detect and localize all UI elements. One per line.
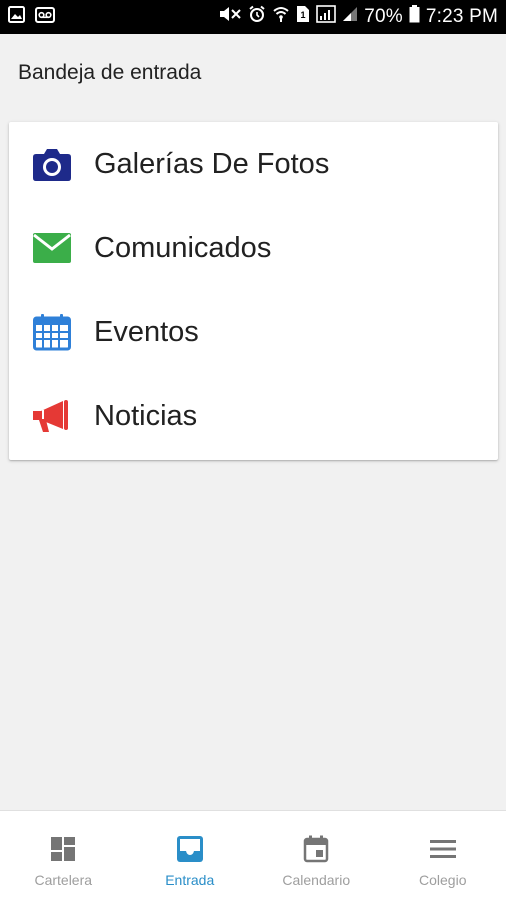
nav-calendario[interactable]: Calendario [253, 811, 380, 901]
calendar-icon [31, 311, 73, 353]
calendar-day-icon [302, 835, 330, 863]
sim-icon: 1 [296, 5, 310, 29]
menu-item-label: Comunicados [94, 232, 271, 265]
dashboard-icon [49, 835, 77, 863]
signal-box-icon [316, 5, 336, 29]
signal-strength-icon [342, 6, 358, 28]
nav-label: Calendario [282, 872, 350, 888]
menu-lines-icon [429, 835, 457, 863]
bottom-navigation: Cartelera Entrada Calendario Colegio [0, 810, 506, 901]
clock: 7:23 PM [426, 6, 498, 28]
menu-item-label: Eventos [94, 316, 199, 349]
inbox-icon [176, 835, 204, 863]
nav-colegio[interactable]: Colegio [380, 811, 506, 901]
menu-item-comunicados[interactable]: Comunicados [9, 206, 498, 290]
wifi-icon [272, 5, 290, 29]
camera-icon [31, 143, 73, 185]
battery-percent: 70% [364, 6, 403, 28]
menu-item-eventos[interactable]: Eventos [9, 290, 498, 374]
svg-text:1: 1 [301, 10, 306, 20]
nav-label: Cartelera [34, 872, 92, 888]
envelope-icon [31, 227, 73, 269]
header: Bandeja de entrada [0, 34, 506, 112]
menu-item-label: Galerías De Fotos [94, 148, 329, 181]
mute-icon [218, 5, 242, 29]
page-title: Bandeja de entrada [18, 61, 201, 85]
alarm-icon [248, 5, 266, 29]
megaphone-icon [31, 395, 73, 437]
menu-item-label: Noticias [94, 400, 197, 433]
nav-entrada[interactable]: Entrada [127, 811, 254, 901]
menu-item-galerias[interactable]: Galerías De Fotos [9, 122, 498, 206]
inbox-menu-card: Galerías De Fotos Comunicados Eventos No… [9, 122, 498, 460]
battery-icon [409, 5, 420, 29]
status-bar: 1 70% 7:23 PM [0, 0, 506, 34]
nav-label: Entrada [165, 872, 214, 888]
voicemail-icon [35, 7, 55, 28]
nav-cartelera[interactable]: Cartelera [0, 811, 127, 901]
gallery-notification-icon [8, 6, 25, 28]
nav-label: Colegio [419, 872, 466, 888]
menu-item-noticias[interactable]: Noticias [9, 374, 498, 458]
